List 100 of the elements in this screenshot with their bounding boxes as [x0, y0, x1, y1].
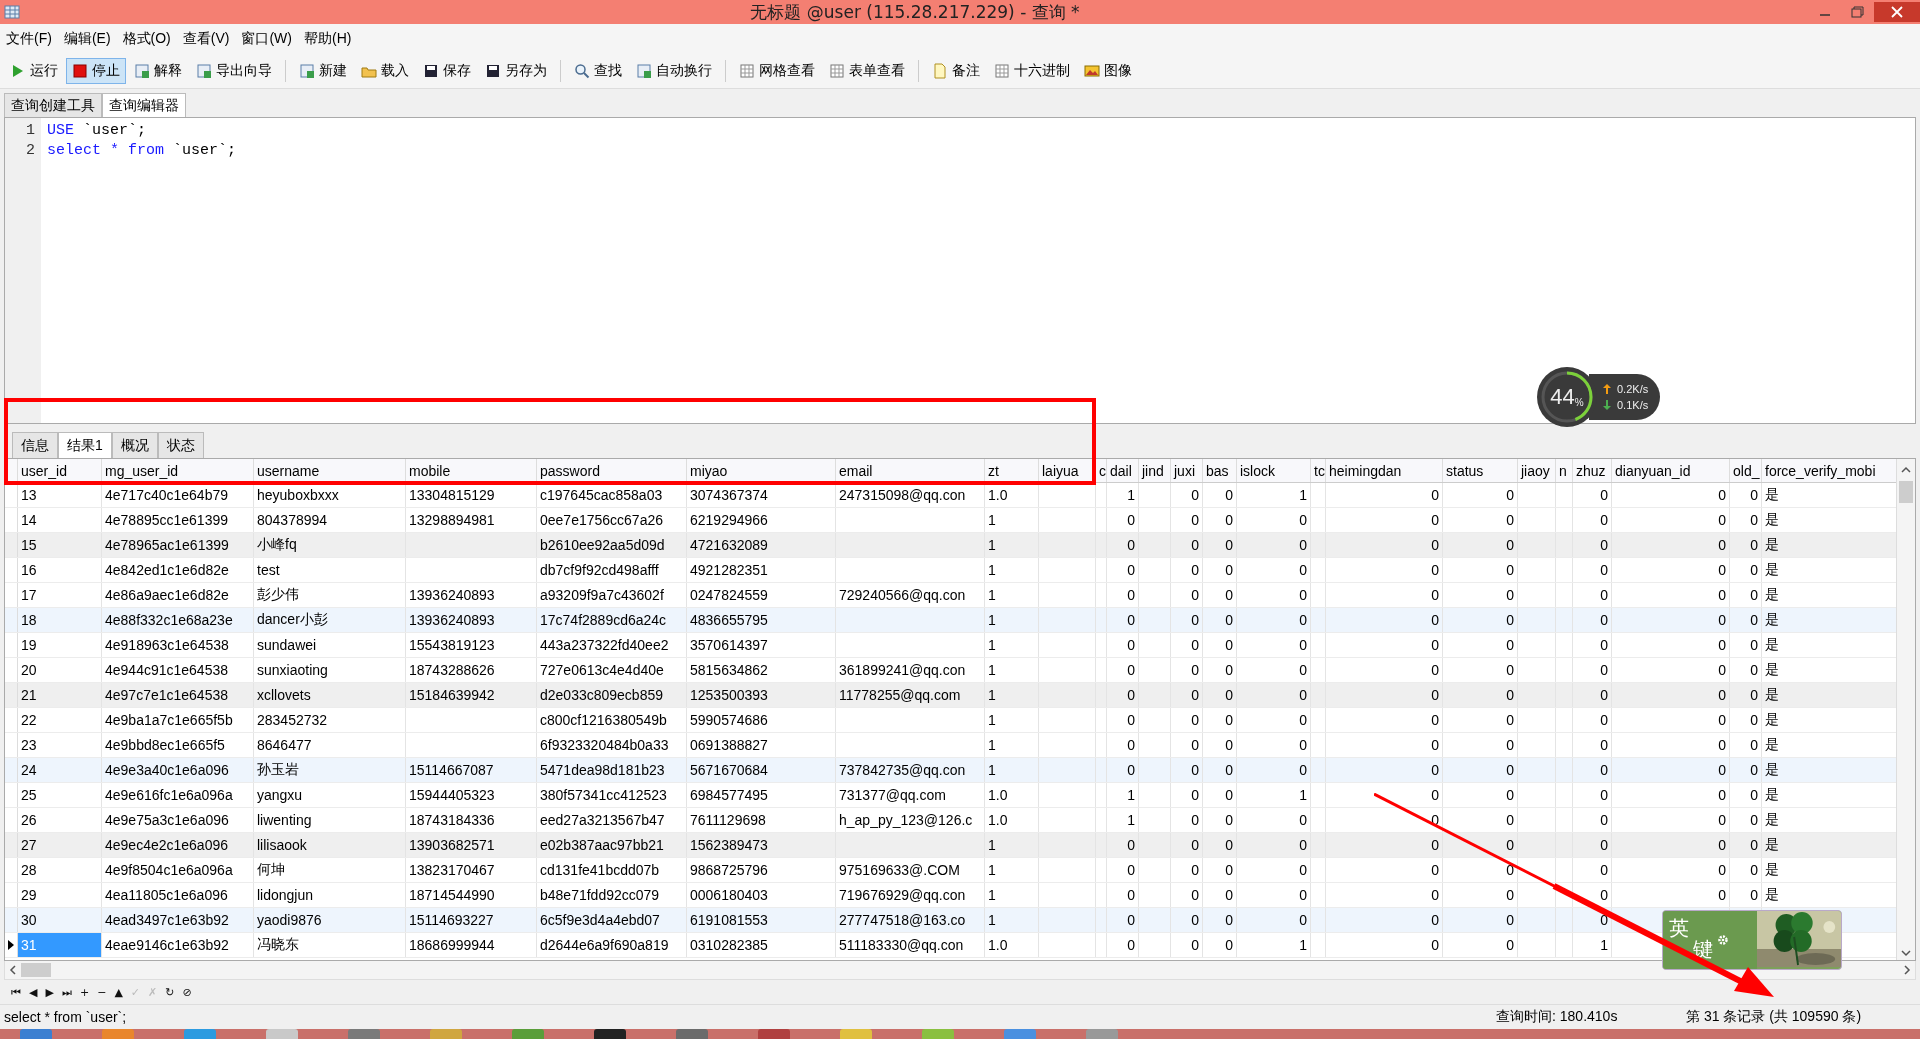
column-header[interactable]: jind	[1139, 459, 1171, 482]
table-cell: 283452732	[257, 712, 328, 728]
column-header[interactable]: username	[254, 459, 406, 482]
code-line: USE `user`;	[47, 121, 148, 141]
column-header[interactable]: tc	[1311, 459, 1326, 482]
toolbar-button[interactable]: 图像	[1078, 58, 1138, 84]
table-cell: 是	[1765, 736, 1779, 754]
column-header[interactable]: juxi	[1171, 459, 1203, 482]
taskbar-icon[interactable]	[20, 1029, 52, 1039]
column-header[interactable]: n	[1556, 459, 1573, 482]
table-cell: 0247824559	[690, 587, 768, 603]
column-header[interactable]: c	[1096, 459, 1107, 482]
column-header[interactable]: old_	[1730, 459, 1762, 482]
column-header[interactable]: zhuz	[1573, 459, 1612, 482]
result-tab[interactable]: 状态	[157, 432, 204, 458]
toolbar-button[interactable]: 表单查看	[823, 58, 911, 84]
close-icon[interactable]	[1874, 2, 1920, 22]
toolbar-button[interactable]: 新建	[293, 58, 353, 84]
table-cell: 13936240893	[409, 612, 495, 628]
table-cell: 1.0	[988, 812, 1008, 828]
result-tab[interactable]: 概况	[111, 432, 158, 458]
taskbar-icon[interactable]	[1086, 1029, 1118, 1039]
table-cell: 11778255@qq.com	[839, 687, 961, 703]
taskbar-icon[interactable]	[840, 1029, 872, 1039]
nav-button[interactable]: ⏮	[8, 985, 24, 999]
horizontal-scrollbar[interactable]	[4, 961, 1916, 980]
toolbar-button[interactable]: 十六进制	[988, 58, 1076, 84]
taskbar-icon[interactable]	[430, 1029, 462, 1039]
toolbar-button[interactable]: 运行	[4, 58, 64, 84]
result-tab[interactable]: 信息	[12, 432, 58, 458]
column-header[interactable]: password	[537, 459, 687, 482]
table-cell: 4e78965ac1e61399	[105, 537, 229, 553]
toolbar-button[interactable]: 备注	[926, 58, 986, 84]
toolbar-button[interactable]: 载入	[355, 58, 415, 84]
column-header[interactable]: heimingdan	[1326, 459, 1443, 482]
taskbar-icon[interactable]	[102, 1029, 134, 1039]
table-cell: 0	[1127, 862, 1135, 878]
taskbar-icon[interactable]	[348, 1029, 380, 1039]
scroll-thumb[interactable]	[1899, 481, 1913, 503]
nav-button[interactable]: ▲	[111, 985, 126, 999]
column-header[interactable]: jiaoy	[1518, 459, 1556, 482]
column-header[interactable]: bas	[1203, 459, 1237, 482]
nav-button[interactable]: ↻	[162, 985, 178, 999]
vertical-scrollbar[interactable]	[1896, 459, 1915, 960]
menu-item[interactable]: 编辑(E)	[63, 30, 111, 48]
editor-tab[interactable]: 查询编辑器	[102, 93, 186, 117]
table-cell: 1	[988, 512, 996, 528]
menu-item[interactable]: 窗口(W)	[241, 30, 292, 48]
taskbar-icon[interactable]	[1004, 1029, 1036, 1039]
toolbar-button[interactable]: 另存为	[479, 58, 553, 84]
table-cell: 彭少伟	[257, 586, 299, 604]
toolbar-button[interactable]: 保存	[417, 58, 477, 84]
table-cell: 0	[1191, 537, 1199, 553]
table-cell: 0	[1506, 487, 1514, 503]
column-header[interactable]: status	[1443, 459, 1518, 482]
nav-button[interactable]: ⏭	[58, 985, 75, 999]
result-tab[interactable]: 结果1	[58, 432, 112, 458]
table-cell: 13936240893	[409, 587, 495, 603]
column-header[interactable]: miyao	[687, 459, 836, 482]
table-cell: 0	[1225, 712, 1233, 728]
table-cell: 1	[988, 612, 996, 628]
taskbar-icon[interactable]	[512, 1029, 544, 1039]
taskbar-icon[interactable]	[676, 1029, 708, 1039]
toolbar-button[interactable]: 自动换行	[630, 58, 718, 84]
column-header[interactable]: islock	[1237, 459, 1311, 482]
nav-button[interactable]: −	[94, 985, 110, 999]
toolbar-button[interactable]: 解释	[128, 58, 188, 84]
table-cell: 0	[1299, 912, 1307, 928]
editor-tab[interactable]: 查询创建工具	[4, 93, 102, 117]
table-cell: 0	[1431, 662, 1439, 678]
column-header[interactable]: email	[836, 459, 985, 482]
menu-item[interactable]: 文件(F)	[6, 30, 52, 48]
taskbar-icon[interactable]	[922, 1029, 954, 1039]
column-header[interactable]: mg_user_id	[102, 459, 254, 482]
column-header[interactable]: user_id	[18, 459, 102, 482]
taskbar-icon[interactable]	[594, 1029, 626, 1039]
taskbar-icon[interactable]	[184, 1029, 216, 1039]
column-header[interactable]: dianyuan_id	[1612, 459, 1730, 482]
table-cell: 0	[1506, 712, 1514, 728]
toolbar-button[interactable]: 导出向导	[190, 58, 278, 84]
menu-item[interactable]: 格式(O)	[122, 30, 171, 48]
menu-item[interactable]: 帮助(H)	[304, 30, 352, 48]
column-header[interactable]: dail	[1107, 459, 1139, 482]
toolbar-button[interactable]: 查找	[568, 58, 628, 84]
table-cell: 0	[1127, 712, 1135, 728]
nav-button[interactable]: ◀	[26, 985, 41, 999]
toolbar-button[interactable]: 网格查看	[733, 58, 821, 84]
nav-button[interactable]: ⊘	[179, 985, 195, 999]
nav-button[interactable]: ▶	[42, 985, 57, 999]
column-header[interactable]: zt	[985, 459, 1039, 482]
scroll-thumb[interactable]	[21, 963, 51, 977]
toolbar-button[interactable]: 停止	[66, 58, 126, 84]
table-cell: 15114693227	[409, 912, 494, 928]
menu-item[interactable]: 查看(V)	[182, 30, 230, 48]
column-header[interactable]: mobile	[406, 459, 537, 482]
taskbar-icon[interactable]	[758, 1029, 790, 1039]
taskbar-icon[interactable]	[266, 1029, 298, 1039]
settings-icon[interactable]	[1717, 934, 1729, 946]
table-cell: 0	[1127, 612, 1135, 628]
nav-button[interactable]: +	[76, 985, 93, 999]
